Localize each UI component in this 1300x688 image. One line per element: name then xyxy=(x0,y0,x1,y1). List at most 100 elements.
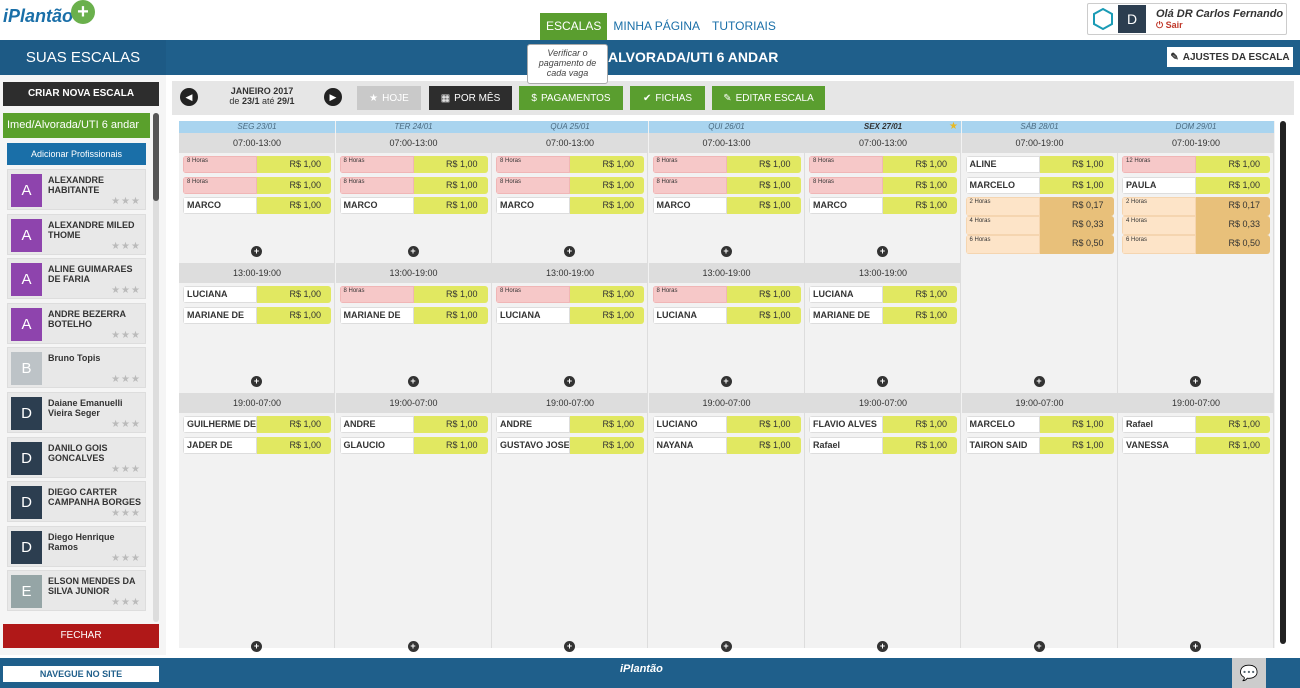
shift-slot[interactable]: 8 Horas R$ 1,00 xyxy=(652,176,801,194)
shift-slot[interactable]: 8 Horas R$ 1,00 xyxy=(183,176,331,194)
add-slot-icon[interactable]: + xyxy=(720,641,732,652)
professional-item[interactable]: D DIEGO CARTER CAMPANHA BORGES ★★★ xyxy=(7,481,146,523)
shift-slot[interactable]: VANESSA R$ 1,00 xyxy=(1122,436,1270,454)
shift-slot[interactable]: MARIANE DE R$ 1,00 xyxy=(339,306,488,324)
add-profissionais-button[interactable]: Adicionar Profissionais xyxy=(7,143,146,165)
shift-slot[interactable]: LUCIANA R$ 1,00 xyxy=(652,306,801,324)
rating-stars-icon[interactable]: ★★★ xyxy=(111,241,141,252)
professional-item[interactable]: E ELSON MENDES DA SILVA JUNIOR ★★★ xyxy=(7,570,146,612)
shift-slot[interactable]: MARIANE DE R$ 1,00 xyxy=(809,306,957,324)
shift-slot[interactable]: ALINE R$ 1,00 xyxy=(965,156,1114,173)
rating-stars-icon[interactable]: ★★★ xyxy=(111,508,141,519)
editar-escala-button[interactable]: ✎ EDITAR ESCALA xyxy=(712,86,825,110)
rating-stars-icon[interactable]: ★★★ xyxy=(111,464,141,475)
nav-minha-pagina[interactable]: MINHA PÁGINA xyxy=(607,13,706,40)
fichas-button[interactable]: ✔ FICHAS xyxy=(630,86,705,110)
add-slot-icon[interactable]: + xyxy=(564,246,575,257)
prev-week-icon[interactable]: ◀ xyxy=(180,88,198,106)
logo[interactable]: iPlantão + xyxy=(3,0,96,27)
shift-slot[interactable]: 2 Horas R$ 0,17 xyxy=(965,197,1114,216)
add-slot-icon[interactable]: + xyxy=(407,641,419,652)
shift-slot[interactable]: MARCO R$ 1,00 xyxy=(183,197,331,214)
shift-slot[interactable]: GUSTAVO JOSE R$ 1,00 xyxy=(496,436,644,454)
shift-slot[interactable]: 8 Horas R$ 1,00 xyxy=(496,286,644,303)
shift-slot[interactable]: PAULA R$ 1,00 xyxy=(1122,176,1270,194)
shift-slot[interactable]: 8 Horas R$ 1,00 xyxy=(652,156,801,173)
shift-slot[interactable]: 8 Horas R$ 1,00 xyxy=(339,286,488,303)
rating-stars-icon[interactable]: ★★★ xyxy=(111,597,141,608)
por-mes-button[interactable]: ▦ POR MÊS xyxy=(429,86,512,110)
shift-slot[interactable]: MARCO R$ 1,00 xyxy=(809,197,957,214)
professional-item[interactable]: A ANDRE BEZERRA BOTELHO ★★★ xyxy=(7,302,146,344)
nav-tutoriais[interactable]: TUTORIAIS xyxy=(706,13,782,40)
rating-stars-icon[interactable]: ★★★ xyxy=(111,553,141,564)
nav-escalas[interactable]: ESCALAS xyxy=(540,13,608,40)
professional-item[interactable]: A ALINE GUIMARAES DE FARIA ★★★ xyxy=(7,258,146,300)
professional-item[interactable]: A ALEXANDRE MILED THOME ★★★ xyxy=(7,213,146,255)
shift-slot[interactable]: LUCIANO R$ 1,00 xyxy=(652,416,801,433)
shift-slot[interactable]: GUILHERME DE R$ 1,00 xyxy=(183,416,331,433)
calendar-scrollbar[interactable] xyxy=(1280,121,1286,644)
shift-slot[interactable]: 2 Horas R$ 0,17 xyxy=(1122,197,1270,216)
shift-slot[interactable]: MARCO R$ 1,00 xyxy=(652,197,801,214)
shift-slot[interactable]: MARCO R$ 1,00 xyxy=(339,197,488,214)
add-slot-icon[interactable]: + xyxy=(720,246,732,257)
professional-item[interactable]: D DANILO GOIS GONCALVES ★★★ xyxy=(7,436,146,478)
add-slot-icon[interactable]: + xyxy=(1033,376,1045,387)
next-week-icon[interactable]: ▶ xyxy=(324,88,342,106)
add-slot-icon[interactable]: + xyxy=(877,376,888,387)
shift-slot[interactable]: MARCELO R$ 1,00 xyxy=(965,176,1114,194)
add-slot-icon[interactable]: + xyxy=(1190,376,1201,387)
shift-slot[interactable]: JADER DE R$ 1,00 xyxy=(183,436,331,454)
add-slot-icon[interactable]: + xyxy=(877,246,888,257)
shift-slot[interactable]: Rafael R$ 1,00 xyxy=(809,436,957,454)
sidebar-scrollbar[interactable] xyxy=(153,113,159,622)
add-slot-icon[interactable]: + xyxy=(407,246,419,257)
shift-slot[interactable]: ANDRE R$ 1,00 xyxy=(339,416,488,433)
shift-slot[interactable]: 8 Horas R$ 1,00 xyxy=(339,176,488,194)
shift-slot[interactable]: Rafael R$ 1,00 xyxy=(1122,416,1270,433)
scrollbar-thumb[interactable] xyxy=(153,113,159,201)
shift-slot[interactable]: 8 Horas R$ 1,00 xyxy=(339,156,488,173)
shift-slot[interactable]: ANDRE R$ 1,00 xyxy=(496,416,644,433)
shift-slot[interactable]: NAYANA R$ 1,00 xyxy=(652,436,801,454)
add-slot-icon[interactable]: + xyxy=(564,641,575,652)
add-slot-icon[interactable]: + xyxy=(720,376,732,387)
professional-item[interactable]: B Bruno Topis ★★★ xyxy=(7,347,146,389)
shift-slot[interactable]: LUCIANA R$ 1,00 xyxy=(496,306,644,324)
professional-item[interactable]: D Diego Henrique Ramos ★★★ xyxy=(7,525,146,567)
rating-stars-icon[interactable]: ★★★ xyxy=(111,330,141,341)
fechar-button[interactable]: FECHAR xyxy=(3,624,159,648)
shift-slot[interactable]: GLAUCIO R$ 1,00 xyxy=(339,436,488,454)
add-slot-icon[interactable]: + xyxy=(1033,641,1045,652)
hoje-button[interactable]: ★ HOJE xyxy=(357,86,421,110)
pagamentos-button[interactable]: $ PAGAMENTOS xyxy=(519,86,623,110)
rating-stars-icon[interactable]: ★★★ xyxy=(111,419,141,430)
add-slot-icon[interactable]: + xyxy=(251,641,262,652)
shift-slot[interactable]: 8 Horas R$ 1,00 xyxy=(183,156,331,173)
shift-slot[interactable]: 8 Horas R$ 1,00 xyxy=(496,156,644,173)
shift-slot[interactable]: 6 Horas R$ 0,50 xyxy=(1122,235,1270,254)
shift-slot[interactable]: 4 Horas R$ 0,33 xyxy=(965,216,1114,235)
rating-stars-icon[interactable]: ★★★ xyxy=(111,196,141,207)
shift-slot[interactable]: LUCIANA R$ 1,00 xyxy=(183,286,331,303)
shift-slot[interactable]: 8 Horas R$ 1,00 xyxy=(809,156,957,173)
criar-nova-escala-button[interactable]: CRIAR NOVA ESCALA xyxy=(3,82,159,106)
shift-slot[interactable]: 8 Horas R$ 1,00 xyxy=(809,176,957,194)
add-slot-icon[interactable]: + xyxy=(877,641,888,652)
add-slot-icon[interactable]: + xyxy=(251,376,262,387)
professional-item[interactable]: D Daiane Emanuelli Vieira Seger ★★★ xyxy=(7,392,146,433)
add-slot-icon[interactable]: + xyxy=(1190,641,1201,652)
shift-slot[interactable]: 8 Horas R$ 1,00 xyxy=(496,176,644,194)
navegue-button[interactable]: NAVEGUE NO SITE xyxy=(3,666,159,682)
add-slot-icon[interactable]: + xyxy=(407,376,419,387)
add-slot-icon[interactable]: + xyxy=(251,246,262,257)
add-slot-icon[interactable]: + xyxy=(564,376,575,387)
shift-slot[interactable]: LUCIANA R$ 1,00 xyxy=(809,286,957,303)
shift-slot[interactable]: MARCELO R$ 1,00 xyxy=(965,416,1114,433)
professional-item[interactable]: A ALEXANDRE HABITANTE ★★★ xyxy=(7,169,146,210)
shift-slot[interactable]: 4 Horas R$ 0,33 xyxy=(1122,216,1270,235)
rating-stars-icon[interactable]: ★★★ xyxy=(111,285,141,296)
shift-slot[interactable]: FLAVIO ALVES R$ 1,00 xyxy=(809,416,957,433)
shift-slot[interactable]: MARIANE DE R$ 1,00 xyxy=(183,306,331,324)
